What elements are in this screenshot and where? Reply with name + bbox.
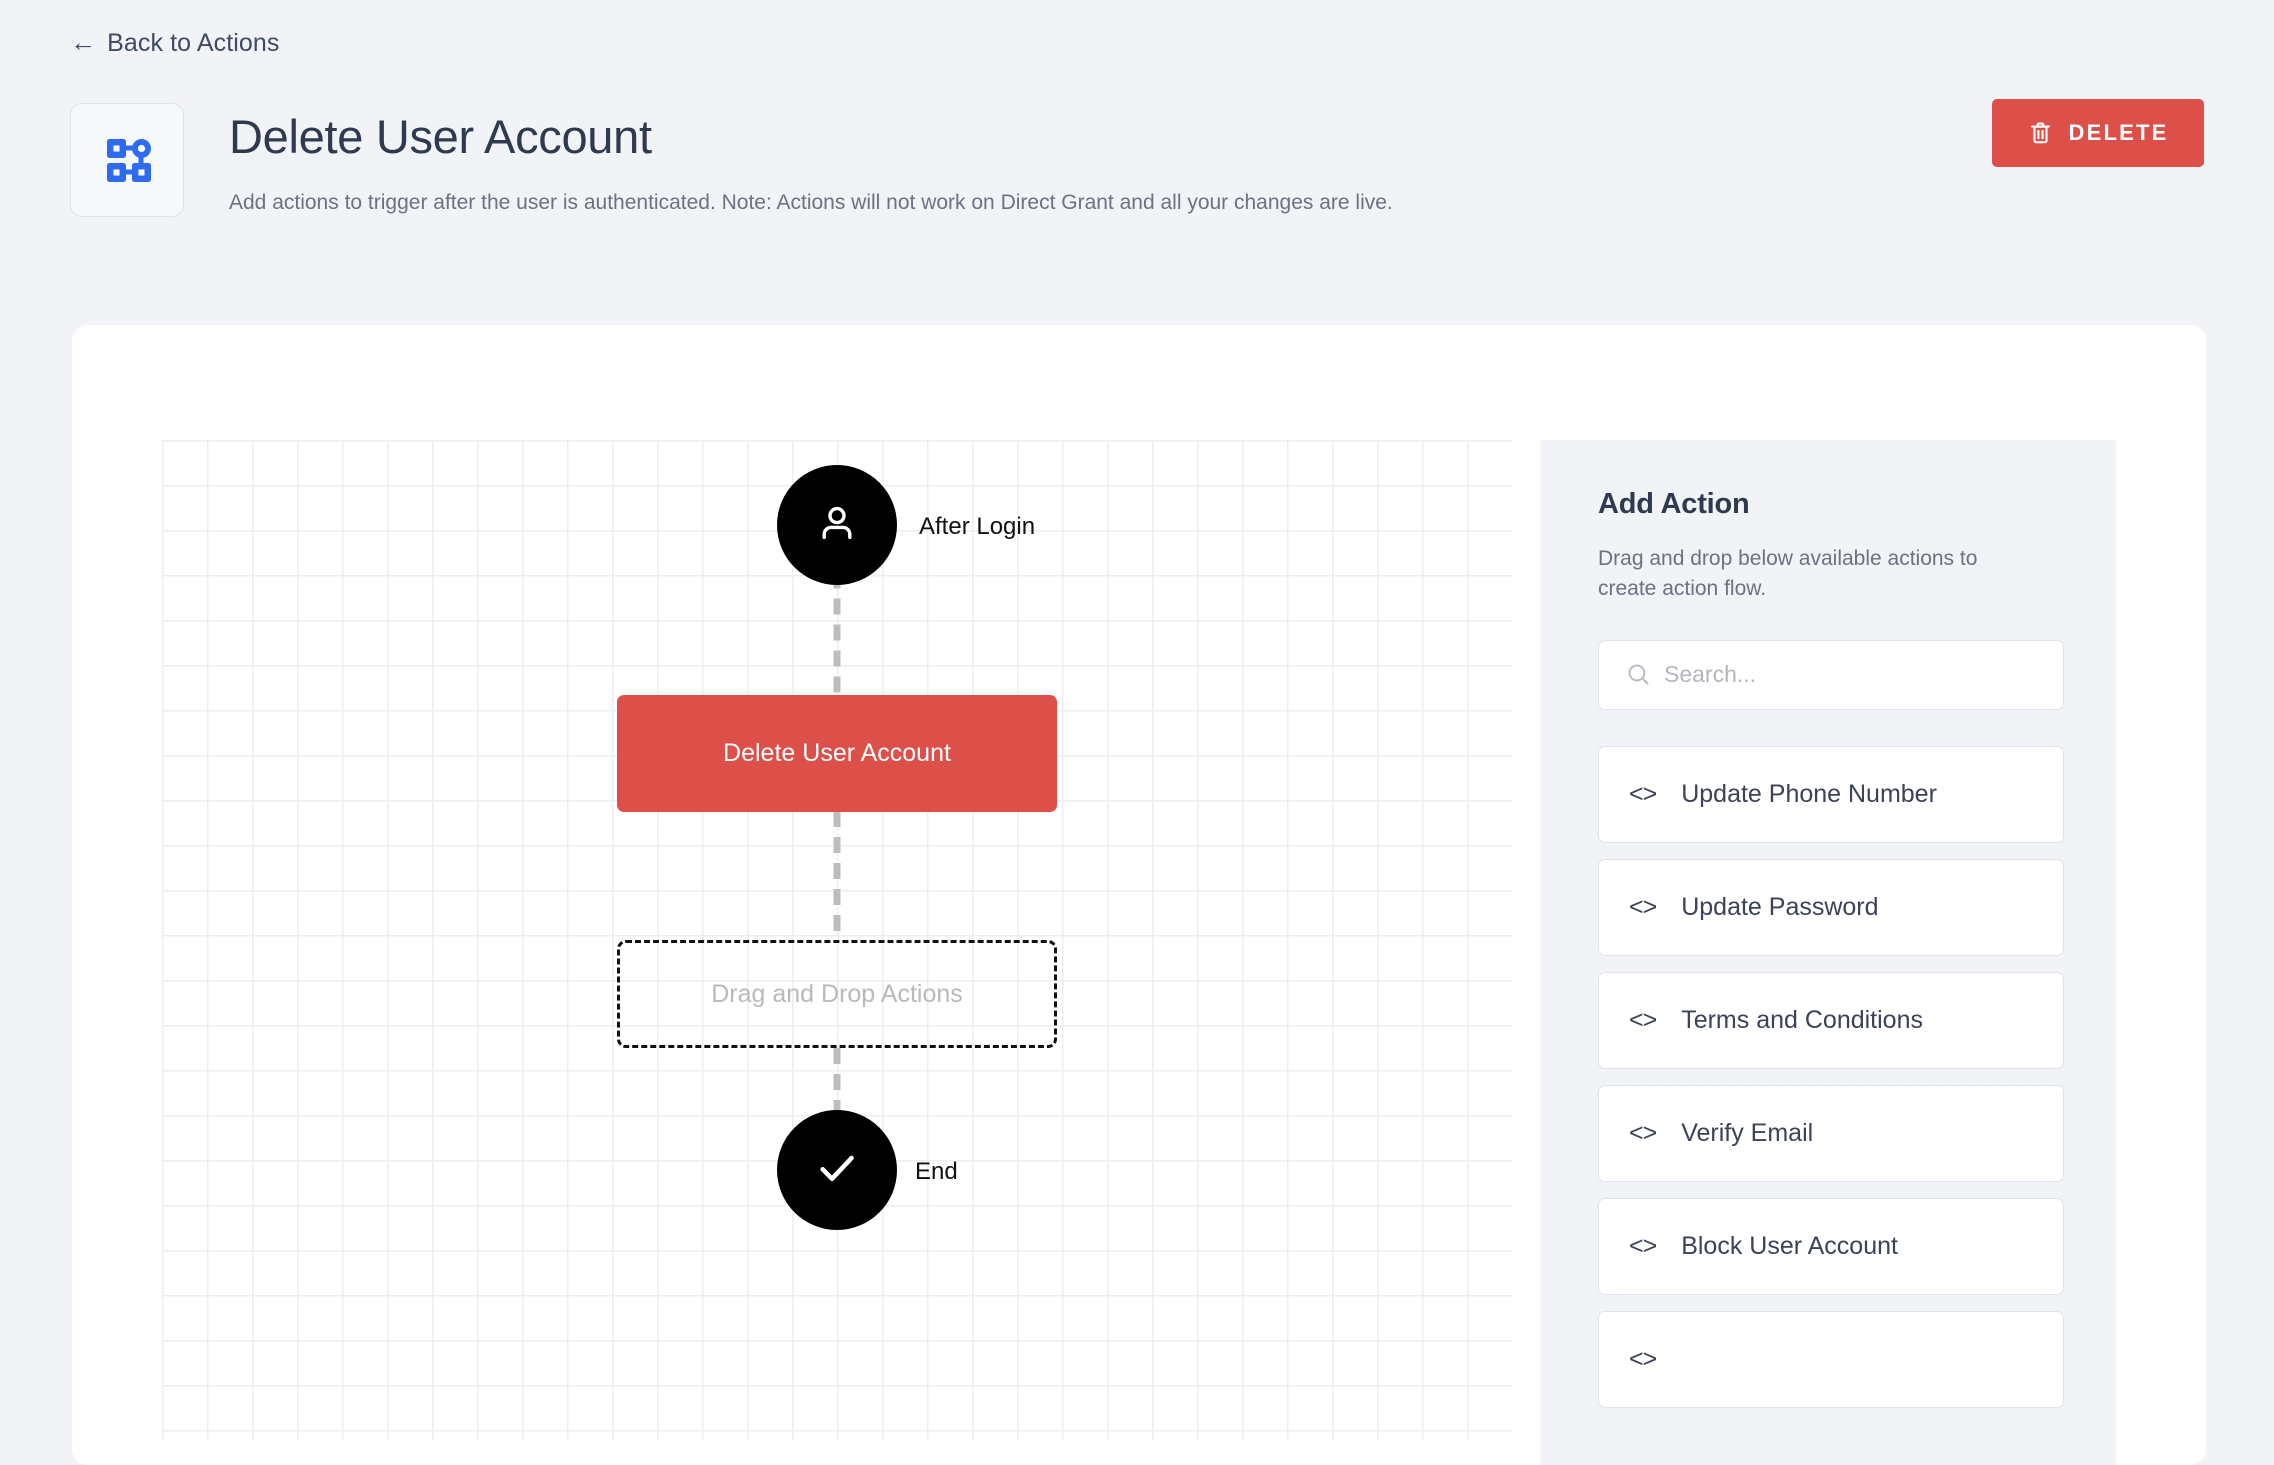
action-card-terms-and-conditions[interactable]: <> Terms and Conditions <box>1598 971 2064 1069</box>
action-card-label: Block User Account <box>1681 1231 1898 1260</box>
add-action-panel: Add Action Drag and drop below available… <box>1540 440 2116 1465</box>
main-content-card: After Login Delete User Account Drag and… <box>72 325 2206 1465</box>
connector-start-to-action <box>833 580 841 695</box>
action-card-update-phone-number[interactable]: <> Update Phone Number <box>1598 745 2064 843</box>
title-row: Delete User Account Add actions to trigg… <box>70 99 2204 217</box>
connector-action-to-dropzone <box>833 812 841 940</box>
code-icon: <> <box>1629 1231 1657 1260</box>
trash-icon <box>2028 120 2053 146</box>
drag-and-drop-label: Drag and Drop Actions <box>711 979 963 1008</box>
drag-and-drop-zone[interactable]: Drag and Drop Actions <box>617 940 1057 1048</box>
action-node-label: Delete User Account <box>723 739 951 767</box>
code-icon: <> <box>1629 892 1657 921</box>
action-node-delete-user-account[interactable]: Delete User Account <box>617 695 1057 812</box>
action-card-label: Terms and Conditions <box>1681 1005 1923 1034</box>
back-to-actions-label: Back to Actions <box>107 28 280 57</box>
back-to-actions-link[interactable]: ← Back to Actions <box>70 27 280 57</box>
add-action-description: Drag and drop below available actions to… <box>1598 547 1978 600</box>
action-card-update-password[interactable]: <> Update Password <box>1598 858 2064 956</box>
end-node[interactable] <box>777 1110 897 1230</box>
code-icon: <> <box>1629 1118 1657 1147</box>
delete-button[interactable]: DELETE <box>1992 99 2204 167</box>
delete-button-label: DELETE <box>2068 120 2169 145</box>
flow-canvas[interactable]: After Login Delete User Account Drag and… <box>162 440 1512 1440</box>
action-card-verify-email[interactable]: <> Verify Email <box>1598 1084 2064 1182</box>
page-subtitle: Add actions to trigger after the user is… <box>229 190 1393 214</box>
action-card-label: Update Password <box>1681 892 1879 921</box>
start-node-label: After Login <box>919 513 1036 540</box>
available-actions-list: <> Update Phone Number <> Update Passwor… <box>1598 745 2064 1408</box>
user-icon <box>813 499 861 552</box>
action-card-label: Verify Email <box>1681 1118 1814 1147</box>
check-icon <box>811 1142 863 1199</box>
search-input[interactable] <box>1664 661 2004 689</box>
title-block: Delete User Account Add actions to trigg… <box>229 103 2204 217</box>
search-icon <box>1625 661 1652 688</box>
end-node-label: End <box>915 1158 958 1185</box>
code-icon: <> <box>1629 1344 1657 1373</box>
arrow-left-icon: ← <box>70 27 97 57</box>
page-title: Delete User Account <box>229 110 652 163</box>
flow-diagram-icon <box>70 103 184 217</box>
start-node[interactable] <box>777 465 897 585</box>
code-icon: <> <box>1629 1005 1657 1034</box>
code-icon: <> <box>1629 779 1657 808</box>
search-box[interactable] <box>1598 639 2064 710</box>
add-action-title: Add Action <box>1598 488 1750 520</box>
action-card-label: Update Phone Number <box>1681 779 1937 808</box>
action-card-partial[interactable]: <> <box>1598 1310 2064 1408</box>
action-card-block-user-account[interactable]: <> Block User Account <box>1598 1197 2064 1295</box>
